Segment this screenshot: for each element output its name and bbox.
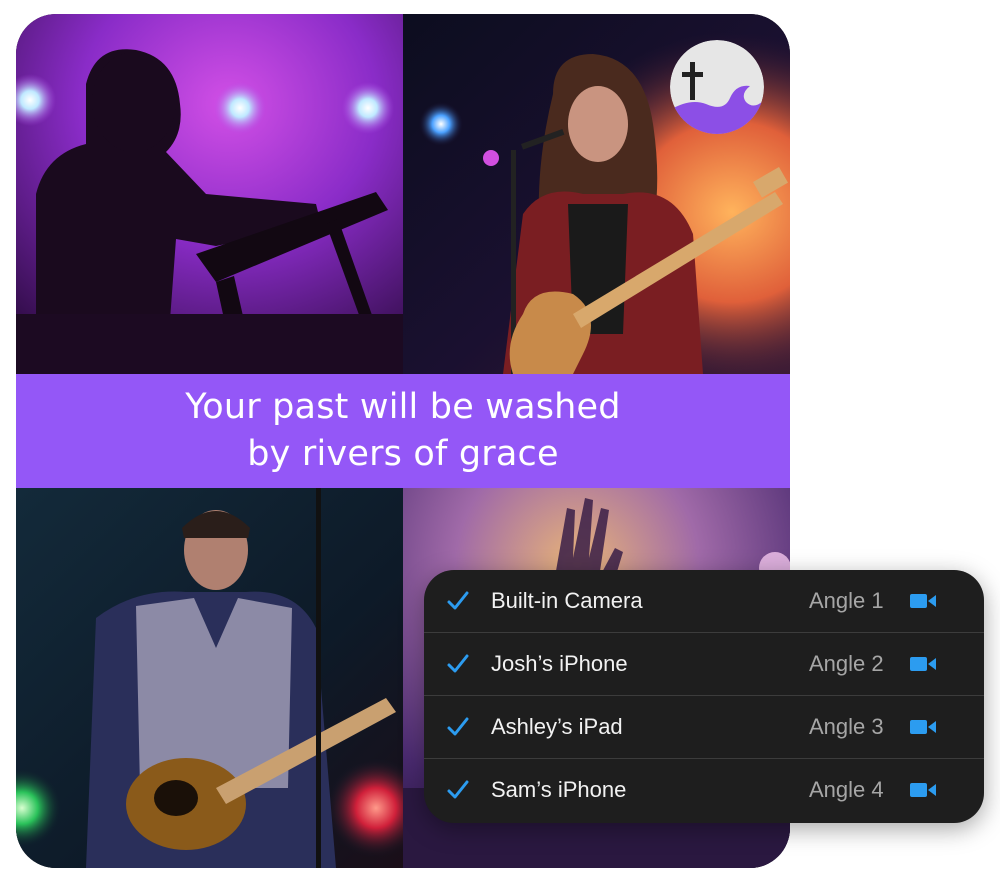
quote-banner: Your past will be washed by rivers of gr… xyxy=(16,374,790,488)
video-camera-icon xyxy=(910,720,936,734)
device-row-built-in-camera[interactable]: Built-in Camera Angle 1 xyxy=(424,570,984,633)
video-camera-icon xyxy=(910,594,936,608)
keyboard-player-photo xyxy=(16,14,403,374)
checkmark-icon[interactable] xyxy=(446,778,470,802)
angle-label: Angle 4 xyxy=(809,777,884,802)
banner-quote: Your past will be washed by rivers of gr… xyxy=(185,384,620,478)
device-name: Ashley’s iPad xyxy=(491,714,623,739)
angle-label: Angle 2 xyxy=(809,651,884,676)
device-row-sams-iphone[interactable]: Sam’s iPhone Angle 4 xyxy=(424,759,984,822)
device-row-ashleys-ipad[interactable]: Ashley’s iPad Angle 3 xyxy=(424,696,984,759)
checkmark-icon[interactable] xyxy=(446,589,470,613)
device-row-joshs-iphone[interactable]: Josh’s iPhone Angle 2 xyxy=(424,633,984,696)
banner-line-1: Your past will be washed xyxy=(185,387,621,427)
checkmark-icon[interactable] xyxy=(446,715,470,739)
device-name: Sam’s iPhone xyxy=(491,777,627,802)
checkmark-icon[interactable] xyxy=(446,652,470,676)
camera-angle-panel: Built-in Camera Angle 1 Josh’s iPhone An… xyxy=(424,570,984,823)
mandolin-player-photo xyxy=(16,488,403,868)
video-camera-icon xyxy=(910,657,936,671)
video-camera-icon xyxy=(910,783,936,797)
device-name: Built-in Camera xyxy=(491,588,643,613)
device-name: Josh’s iPhone xyxy=(491,651,628,676)
angle-label: Angle 1 xyxy=(809,588,884,613)
cross-wave-logo-icon xyxy=(670,40,764,134)
angle-label: Angle 3 xyxy=(809,714,884,739)
banner-line-2: by rivers of grace xyxy=(247,434,559,474)
